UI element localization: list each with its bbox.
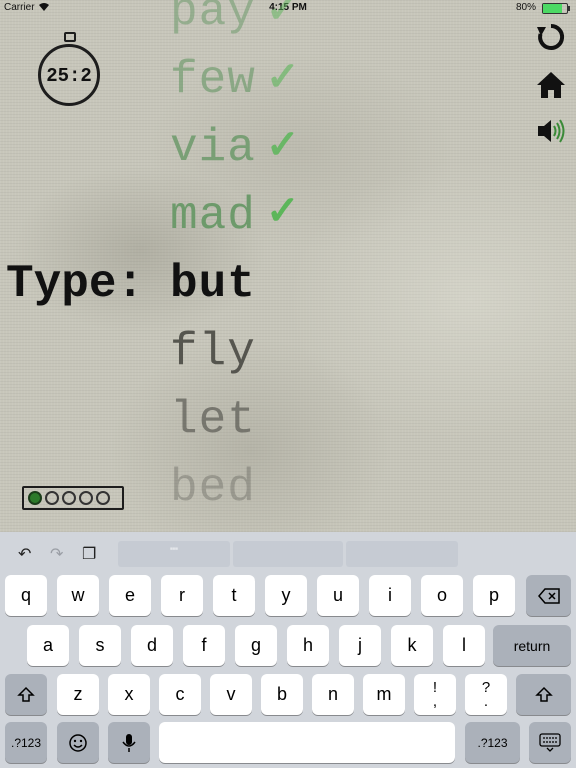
completed-word: few	[170, 54, 256, 106]
emoji-icon	[69, 733, 87, 752]
speaker-icon	[538, 119, 565, 143]
key-y[interactable]: y	[265, 575, 307, 616]
key-c[interactable]: c	[159, 674, 201, 715]
battery-percent: 80%	[515, 2, 536, 13]
key-p[interactable]: p	[473, 575, 515, 616]
sound-button[interactable]	[536, 116, 566, 146]
key-q[interactable]: q	[5, 575, 47, 616]
completed-word: mad	[170, 190, 256, 242]
suggestion-2[interactable]	[233, 541, 343, 567]
shift-key-right[interactable]	[516, 674, 571, 715]
restart-icon	[537, 23, 565, 50]
numbers-key-left[interactable]: .?123	[5, 722, 47, 763]
completed-word: via	[170, 122, 256, 174]
check-icon: ✓	[266, 0, 300, 31]
key-o[interactable]: o	[421, 575, 463, 616]
prompt-label: Type:	[6, 258, 145, 310]
check-icon: ✓	[266, 123, 300, 167]
key-i[interactable]: i	[369, 575, 411, 616]
key-z[interactable]: z	[57, 674, 99, 715]
shift-icon	[17, 686, 35, 702]
home-button[interactable]	[536, 70, 566, 100]
upcoming-word: fly	[170, 326, 256, 378]
hide-keyboard-key[interactable]	[529, 722, 571, 763]
key-g[interactable]: g	[235, 625, 277, 666]
suggestion-1[interactable]: ""	[118, 541, 230, 567]
upcoming-word: let	[170, 394, 256, 446]
key-n[interactable]: n	[312, 674, 354, 715]
check-icon: ✓	[266, 189, 300, 233]
space-bar[interactable]	[159, 722, 455, 763]
shift-icon	[534, 686, 553, 702]
lives-indicator	[22, 486, 124, 510]
restart-button[interactable]	[536, 22, 566, 52]
game-area: Carrier 4:15 PM 80% 25:2 pay ✓ few ✓ via…	[0, 0, 576, 532]
key-d[interactable]: d	[131, 625, 173, 666]
key-a[interactable]: a	[27, 625, 69, 666]
paste-icon[interactable]: ❐	[82, 544, 96, 564]
key-s[interactable]: s	[79, 625, 121, 666]
delete-key[interactable]	[526, 575, 571, 616]
key-exclaim-comma[interactable]: ! ,	[414, 674, 456, 715]
life-dot	[62, 491, 76, 505]
backspace-icon	[537, 587, 560, 604]
stopwatch-crown	[64, 32, 76, 42]
life-dot	[28, 491, 42, 505]
current-word: but	[170, 258, 256, 310]
key-w[interactable]: w	[57, 575, 99, 616]
key-bottom-char: ,	[432, 692, 438, 710]
redo-icon[interactable]: ↷	[50, 544, 63, 564]
check-icon: ✓	[266, 55, 300, 99]
key-j[interactable]: j	[339, 625, 381, 666]
timer-value: 25:2	[46, 65, 92, 87]
key-x[interactable]: x	[108, 674, 150, 715]
stopwatch: 25:2	[38, 32, 104, 106]
undo-icon[interactable]: ↶	[18, 544, 31, 564]
suggestion-3[interactable]	[346, 541, 458, 567]
life-dot	[45, 491, 59, 505]
keyboard: ↶ ↷ ❐ "" q w e r t y u i o p a s d f g h…	[0, 532, 576, 768]
life-dot	[96, 491, 110, 505]
keyboard-dismiss-icon	[539, 732, 561, 752]
key-question-period[interactable]: ? .	[465, 674, 507, 715]
battery-icon	[542, 3, 570, 14]
return-key[interactable]: return	[493, 625, 571, 666]
microphone-icon	[122, 733, 136, 752]
dictation-key[interactable]	[108, 722, 150, 763]
key-bottom-char: .	[483, 692, 489, 710]
upcoming-word: bed	[170, 462, 256, 514]
key-f[interactable]: f	[183, 625, 225, 666]
completed-word: pay	[170, 0, 256, 38]
key-k[interactable]: k	[391, 625, 433, 666]
numbers-key-right[interactable]: .?123	[465, 722, 520, 763]
key-u[interactable]: u	[317, 575, 359, 616]
key-e[interactable]: e	[109, 575, 151, 616]
key-v[interactable]: v	[210, 674, 252, 715]
emoji-key[interactable]	[57, 722, 99, 763]
key-m[interactable]: m	[363, 674, 405, 715]
key-b[interactable]: b	[261, 674, 303, 715]
key-l[interactable]: l	[443, 625, 485, 666]
key-r[interactable]: r	[161, 575, 203, 616]
key-t[interactable]: t	[213, 575, 255, 616]
life-dot	[79, 491, 93, 505]
shift-key-left[interactable]	[5, 674, 47, 715]
home-icon	[537, 72, 565, 98]
key-h[interactable]: h	[287, 625, 329, 666]
